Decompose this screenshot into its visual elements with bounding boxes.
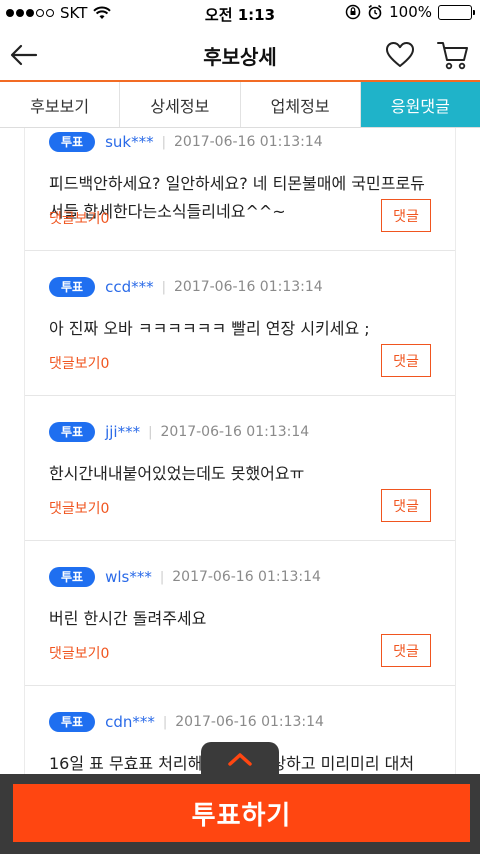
meta-divider: | — [159, 569, 165, 585]
comment-meta: 투표 suk*** | 2017-06-16 01:13:14 — [49, 132, 433, 152]
comment-date: 2017-06-16 01:13:14 — [160, 424, 310, 440]
comment-date: 2017-06-16 01:13:14 — [174, 134, 323, 150]
comment-meta: 투표 cdn*** | 2017-06-16 01:13:14 — [49, 712, 433, 732]
tab-details[interactable]: 상세정보 — [120, 82, 241, 127]
comment-user: suk*** — [105, 133, 154, 151]
view-replies-link[interactable]: 댓글보기0 — [49, 208, 109, 228]
battery-icon — [438, 4, 475, 20]
status-right: 100% — [345, 3, 475, 21]
comment-item: 투표 wls*** | 2017-06-16 01:13:14 버린 한시간 돌… — [25, 541, 455, 686]
meta-divider: | — [161, 279, 166, 295]
vote-badge: 투표 — [49, 422, 96, 442]
cart-icon[interactable] — [436, 39, 470, 71]
comment-date: 2017-06-16 01:13:14 — [172, 569, 321, 585]
page-title: 후보상세 — [203, 44, 277, 69]
back-arrow-icon[interactable] — [8, 39, 40, 71]
comment-item: 투표 suk*** | 2017-06-16 01:13:14 피드백안하세요?… — [25, 128, 455, 251]
tab-candidates[interactable]: 후보보기 — [0, 82, 121, 127]
comment-meta: 투표 ccd*** | 2017-06-16 01:13:14 — [49, 277, 433, 297]
header: 후보상세 — [0, 28, 480, 82]
comment-date: 2017-06-16 01:13:14 — [175, 714, 324, 730]
comment-list[interactable]: 투표 suk*** | 2017-06-16 01:13:14 피드백안하세요?… — [24, 128, 456, 774]
comment-text: 아 진짜 오바 ㅋㅋㅋㅋㅋㅋ 빨리 연장 시키세요 ; — [49, 319, 370, 338]
heart-icon[interactable] — [384, 39, 416, 71]
vote-button[interactable]: 투표하기 — [13, 784, 470, 842]
tab-bar: 후보보기 상세정보 업체정보 응원댓글 — [0, 82, 480, 128]
vote-badge: 투표 — [49, 132, 96, 152]
vote-badge: 투표 — [49, 712, 96, 732]
comment-meta: 투표 jji*** | 2017-06-16 01:13:14 — [49, 422, 433, 442]
comment-user: cdn*** — [105, 713, 155, 731]
reply-button[interactable]: 댓글 — [381, 199, 431, 232]
reply-button[interactable]: 댓글 — [381, 634, 431, 667]
tab-support-comments[interactable]: 응원댓글 — [360, 82, 480, 127]
pull-up-handle[interactable] — [201, 742, 279, 775]
comment-user: ccd*** — [105, 278, 154, 296]
meta-divider: | — [162, 714, 168, 730]
battery-percent: 100% — [389, 3, 432, 21]
alarm-icon — [368, 4, 382, 20]
meta-divider: | — [161, 134, 166, 150]
vote-badge: 투표 — [49, 277, 96, 297]
view-replies-link[interactable]: 댓글보기0 — [49, 643, 109, 663]
chevron-up-icon — [228, 752, 252, 766]
tab-company-info[interactable]: 업체정보 — [241, 82, 361, 127]
status-bar: SKT 오전 1:13 100% — [0, 0, 480, 28]
comment-user: jji*** — [105, 423, 141, 441]
reply-button[interactable]: 댓글 — [381, 344, 431, 377]
comment-item: 투표 ccd*** | 2017-06-16 01:13:14 아 진짜 오바 … — [25, 251, 455, 396]
comment-item: 투표 jji*** | 2017-06-16 01:13:14 한시간내내붙어있… — [25, 396, 455, 541]
comment-text: 한시간내내붙어있었는데도 못했어요ㅠ — [49, 464, 305, 483]
reply-button[interactable]: 댓글 — [381, 489, 431, 522]
comment-date: 2017-06-16 01:13:14 — [174, 279, 323, 295]
vote-badge: 투표 — [49, 567, 96, 587]
meta-divider: | — [148, 424, 153, 440]
view-replies-link[interactable]: 댓글보기0 — [49, 353, 109, 373]
rotation-lock-icon — [345, 4, 361, 20]
comment-text: 버린 한시간 돌려주세요 — [49, 609, 207, 628]
view-replies-link[interactable]: 댓글보기0 — [49, 498, 109, 518]
comment-meta: 투표 wls*** | 2017-06-16 01:13:14 — [49, 567, 433, 587]
comment-user: wls*** — [105, 568, 152, 586]
